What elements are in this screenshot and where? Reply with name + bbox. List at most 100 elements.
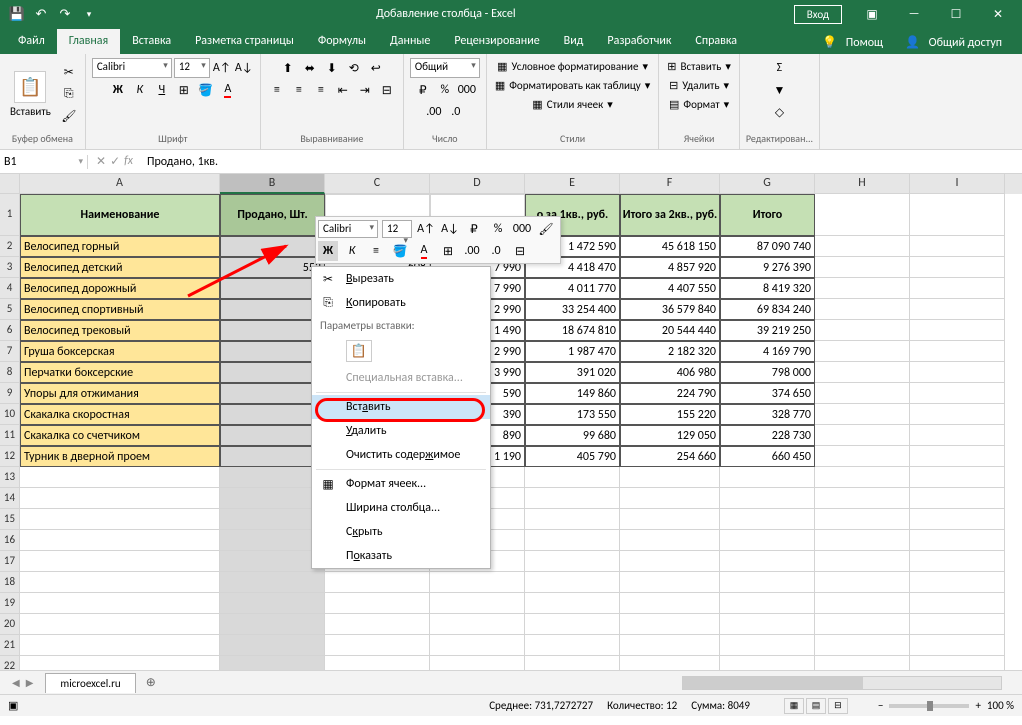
cell[interactable]: Велосипед трековый: [20, 320, 220, 341]
ctx-paste-special[interactable]: Специальная вставка...: [312, 366, 490, 390]
col-header-E[interactable]: E: [525, 174, 620, 194]
tab-view[interactable]: Вид: [552, 29, 596, 54]
cell[interactable]: 149 860: [525, 383, 620, 404]
cell[interactable]: [220, 341, 325, 362]
tab-review[interactable]: Рецензирование: [442, 29, 551, 54]
cell[interactable]: 4 407 550: [620, 278, 720, 299]
italic-icon[interactable]: К: [130, 80, 150, 100]
cell[interactable]: 4 169 790: [720, 341, 815, 362]
record-macro-icon[interactable]: ▣: [8, 699, 18, 712]
cell[interactable]: 660 450: [720, 446, 815, 467]
cell[interactable]: 129 050: [620, 425, 720, 446]
name-box[interactable]: B1▾: [0, 155, 88, 169]
grid[interactable]: A B C D E F G H I 1234567891011121314151…: [0, 174, 1022, 670]
format-as-table-button[interactable]: ▦ Форматировать как таблицу ▾: [493, 77, 652, 94]
ctx-hide[interactable]: Скрыть: [312, 520, 490, 544]
header-total[interactable]: Итого: [720, 194, 815, 236]
mini-currency-icon[interactable]: ₽: [464, 219, 484, 239]
copy-icon[interactable]: ⎘: [59, 84, 79, 104]
tab-formulas[interactable]: Формулы: [306, 29, 378, 54]
tab-home[interactable]: Главная: [57, 29, 120, 54]
redo-icon[interactable]: ↷: [56, 5, 74, 23]
cell[interactable]: 45 618 150: [620, 236, 720, 257]
zoom-out-icon[interactable]: −: [878, 699, 883, 712]
cell[interactable]: Груша боксерская: [20, 341, 220, 362]
mini-font-color-icon[interactable]: A: [414, 241, 434, 261]
bold-icon[interactable]: Ж: [108, 80, 128, 100]
col-header-B[interactable]: B: [220, 174, 325, 194]
increase-decimal-icon[interactable]: .00: [424, 102, 444, 122]
borders-icon[interactable]: ⊞: [174, 80, 194, 100]
cancel-formula-icon[interactable]: ✕: [96, 154, 106, 169]
cell[interactable]: 328 770: [720, 404, 815, 425]
format-painter-icon[interactable]: 🖌: [59, 106, 79, 126]
sheet-tab[interactable]: microexcel.ru: [45, 673, 135, 693]
font-name-combo[interactable]: Calibri: [92, 58, 172, 78]
cell[interactable]: 18 674 810: [525, 320, 620, 341]
ctx-clear[interactable]: Очистить содержимое: [312, 443, 490, 467]
fx-icon[interactable]: fx: [124, 154, 133, 169]
insert-cells-button[interactable]: ⊞ Вставить ▾: [665, 58, 733, 75]
zoom-slider[interactable]: [889, 704, 969, 708]
ctx-cut[interactable]: ✂Вырезать: [312, 267, 490, 291]
tab-pagelayout[interactable]: Разметка страницы: [183, 29, 306, 54]
horizontal-scrollbar[interactable]: [682, 676, 1002, 690]
mini-inc-decimal-icon[interactable]: .00: [462, 241, 482, 261]
ctx-unhide[interactable]: Показать: [312, 544, 490, 568]
cell[interactable]: 39 219 250: [720, 320, 815, 341]
mini-italic-icon[interactable]: К: [342, 241, 362, 261]
mini-dec-decimal-icon[interactable]: .0: [486, 241, 506, 261]
number-format-combo[interactable]: Общий: [410, 58, 480, 78]
mini-borders-icon[interactable]: ⊞: [438, 241, 458, 261]
ctx-delete[interactable]: Удалить: [312, 419, 490, 443]
ribbon-display-icon[interactable]: ▣: [852, 0, 892, 28]
login-button[interactable]: Вход: [794, 5, 842, 24]
align-middle-icon[interactable]: ⬌: [300, 58, 320, 78]
ctx-col-width[interactable]: Ширина столбца...: [312, 496, 490, 520]
tab-data[interactable]: Данные: [378, 29, 442, 54]
cell[interactable]: 173 550: [525, 404, 620, 425]
cell[interactable]: Скакалка скоростная: [20, 404, 220, 425]
col-header-G[interactable]: G: [720, 174, 815, 194]
align-right-icon[interactable]: ≡: [311, 80, 331, 100]
cell[interactable]: 553: [220, 257, 325, 278]
col-header-F[interactable]: F: [620, 174, 720, 194]
minimize-icon[interactable]: —: [894, 0, 934, 28]
font-size-combo[interactable]: 12: [174, 58, 210, 78]
normal-view-icon[interactable]: ▦: [784, 698, 804, 714]
ctx-format-cells[interactable]: ▦Формат ячеек...: [312, 472, 490, 496]
qat-dropdown-icon[interactable]: ▾: [80, 5, 98, 23]
mini-decrease-font-icon[interactable]: A↓: [440, 219, 460, 239]
col-header-D[interactable]: D: [430, 174, 525, 194]
mini-percent-icon[interactable]: %: [488, 219, 508, 239]
cell[interactable]: Велосипед детский: [20, 257, 220, 278]
paste-option-icon[interactable]: 📋: [346, 340, 372, 362]
col-header-C[interactable]: C: [325, 174, 430, 194]
cell[interactable]: 8 419 320: [720, 278, 815, 299]
cell[interactable]: 374 650: [720, 383, 815, 404]
cell[interactable]: [220, 320, 325, 341]
maximize-icon[interactable]: ☐: [936, 0, 976, 28]
fill-icon[interactable]: ▼: [769, 80, 789, 100]
mini-comma-icon[interactable]: 000: [512, 219, 532, 239]
cell[interactable]: 36 579 840: [620, 299, 720, 320]
col-header-H[interactable]: H: [815, 174, 910, 194]
cell[interactable]: 20 544 440: [620, 320, 720, 341]
cell[interactable]: [220, 446, 325, 467]
cell[interactable]: [220, 362, 325, 383]
cell[interactable]: 1 987 470: [525, 341, 620, 362]
save-icon[interactable]: 💾: [8, 5, 26, 23]
clear-icon[interactable]: ◇: [769, 102, 789, 122]
decrease-font-icon[interactable]: A↓: [234, 58, 254, 78]
tab-developer[interactable]: Разработчик: [595, 29, 683, 54]
enter-formula-icon[interactable]: ✓: [110, 154, 120, 169]
select-all-corner[interactable]: [0, 174, 20, 194]
increase-indent-icon[interactable]: ⇥: [355, 80, 375, 100]
cell[interactable]: 798 000: [720, 362, 815, 383]
page-break-view-icon[interactable]: ⊟: [828, 698, 848, 714]
ctx-insert[interactable]: Вставить: [312, 395, 490, 419]
close-icon[interactable]: ✕: [978, 0, 1018, 28]
cell-styles-button[interactable]: ▦ Стили ячеек ▾: [530, 96, 614, 113]
undo-icon[interactable]: ↶: [32, 5, 50, 23]
autosum-icon[interactable]: Σ: [769, 58, 789, 78]
